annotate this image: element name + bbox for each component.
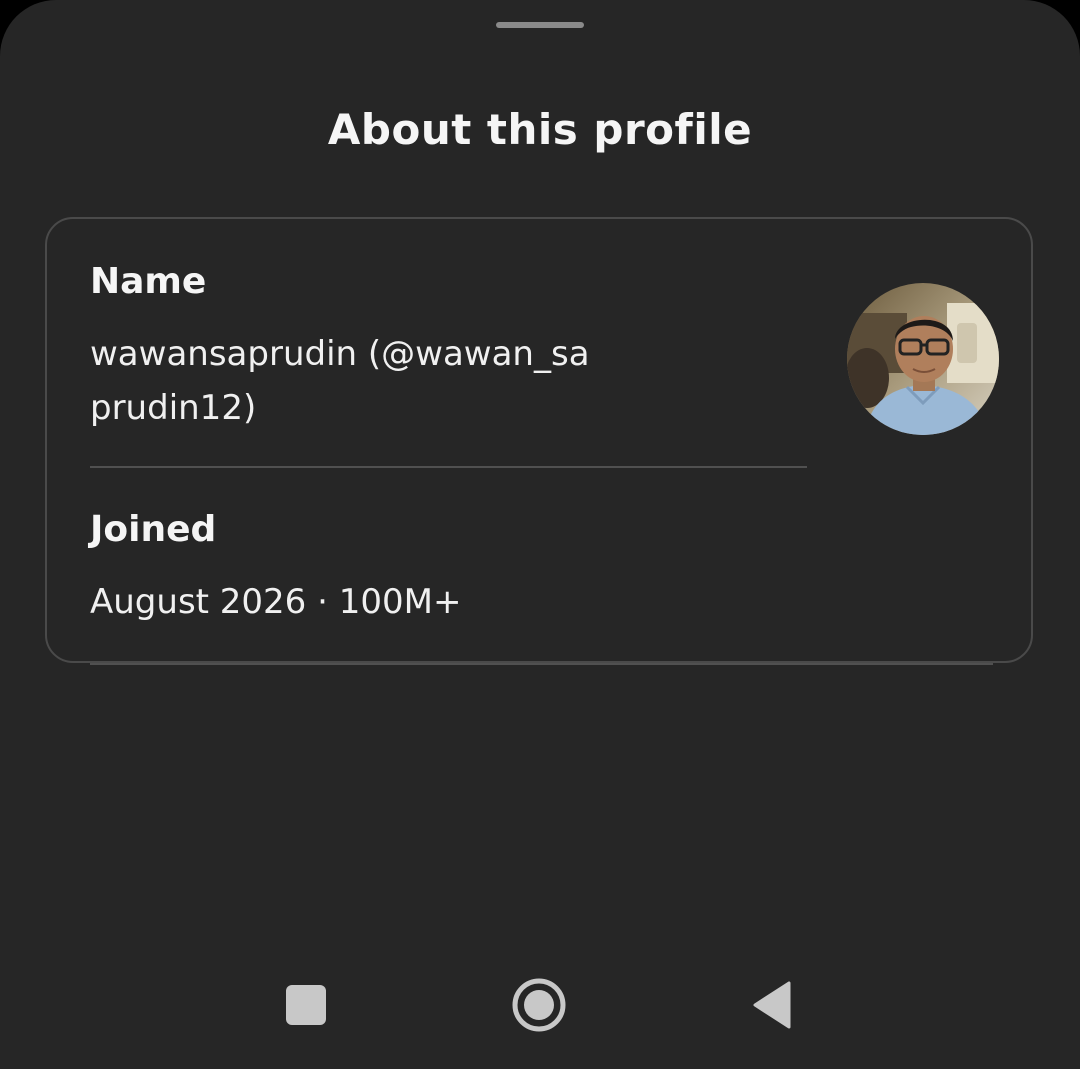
recents-button[interactable]	[261, 960, 351, 1050]
avatar	[847, 283, 999, 435]
divider	[90, 663, 993, 665]
system-navigation-bar	[0, 960, 1080, 1050]
home-button[interactable]	[494, 960, 584, 1050]
profile-info-card: Name wawansaprudin (@wawan_saprudin12) J…	[45, 217, 1033, 665]
name-label: Name	[90, 261, 207, 302]
sheet-title: About this profile	[327, 105, 753, 154]
square-icon	[286, 985, 326, 1025]
circle-icon	[512, 978, 566, 1032]
name-value: wawansaprudin (@wawan_saprudin12)	[90, 334, 590, 428]
divider	[90, 466, 807, 468]
joined-value: August 2026 · 100M+	[90, 582, 462, 622]
bottom-sheet: About this profile Name wawansaprudin (@…	[0, 0, 1080, 1069]
joined-label: Joined	[90, 509, 217, 550]
triangle-back-icon	[753, 981, 791, 1029]
profile-photo-icon	[847, 283, 999, 435]
drag-handle[interactable]	[496, 22, 584, 28]
back-button[interactable]	[726, 960, 816, 1050]
